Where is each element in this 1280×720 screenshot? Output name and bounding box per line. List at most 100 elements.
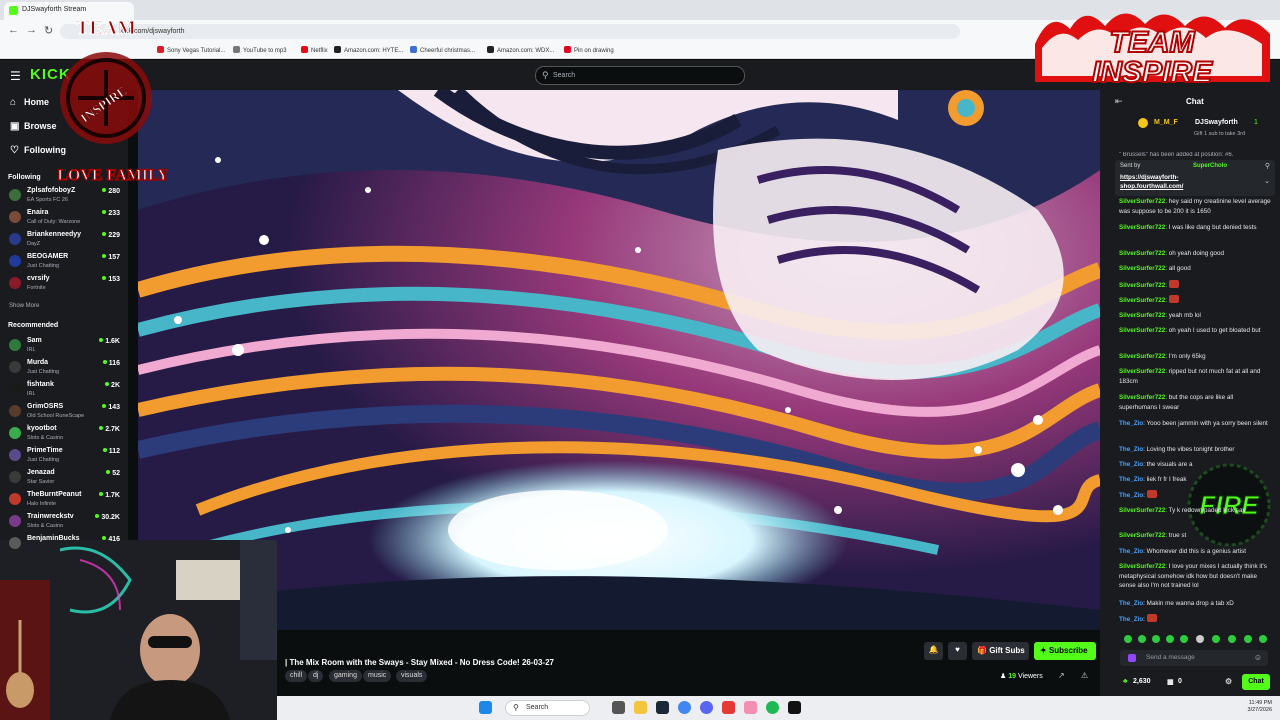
bookmark-favicon-icon (334, 46, 341, 53)
chat-username[interactable]: The_Zio (1119, 476, 1143, 483)
bookmark-favicon-icon (410, 46, 417, 53)
spotify-icon[interactable] (766, 701, 779, 714)
channel-item[interactable]: BEOGAMER Just Chatting 157 (9, 253, 124, 275)
chat-username[interactable]: SilverSurfer722 (1119, 532, 1165, 539)
chat-username[interactable]: SilverSurfer722 (1119, 327, 1165, 334)
chat-username[interactable]: The_Zio (1119, 461, 1143, 468)
bookmark-item[interactable]: Pin on drawing (564, 46, 614, 54)
chrome-icon[interactable] (678, 701, 691, 714)
bookmark-item[interactable]: Netflix (301, 46, 328, 54)
subscribe-button[interactable]: ✦ Subscribe (1034, 642, 1096, 660)
channel-item[interactable]: BenjaminBucks 416 (9, 535, 124, 557)
sub-leaderboard: M_M_F DJSwayforth 1 Gift 1 sub to take 3… (1112, 115, 1276, 147)
back-icon[interactable]: ← (8, 24, 19, 36)
channel-viewer-count: 157 (108, 254, 120, 261)
chat-username[interactable]: SilverSurfer722 (1119, 368, 1165, 375)
chat-username[interactable]: SilverSurfer722 (1119, 250, 1165, 257)
channel-item[interactable]: ZplsafofoboyZ EA Sports FC 26 280 (9, 187, 124, 209)
channel-item[interactable]: GrimOSRS Old School RuneScape 143 (9, 403, 124, 425)
bookmark-item[interactable]: YouTube to mp3 (233, 46, 287, 54)
channel-item[interactable]: Briankenneedyy DayZ 229 (9, 231, 124, 253)
chat-username[interactable]: SilverSurfer722 (1119, 265, 1165, 272)
chat-username[interactable]: SilverSurfer722 (1119, 394, 1165, 401)
stream-tag[interactable]: visuals (396, 670, 428, 682)
bookmark-item[interactable]: Cheerful christmas... (410, 46, 475, 54)
team-emblem: TEAM INSPIRE LOVE FAMILY (57, 8, 170, 188)
channel-avatar (9, 361, 21, 373)
chat-username[interactable]: The_Zio (1119, 616, 1143, 623)
notification-bell-button[interactable]: 🔔 (924, 642, 943, 660)
chat-username[interactable]: SilverSurfer722 (1119, 224, 1165, 231)
channel-avatar (9, 537, 21, 549)
bookmark-item[interactable]: Amazon.com: WDX... (487, 46, 554, 54)
chat-username[interactable]: The_Zio (1119, 492, 1143, 499)
discord-icon[interactable] (700, 701, 713, 714)
channel-item[interactable]: Trainwreckstv Slots & Casino 30.2K (9, 513, 124, 535)
clock-date: 3/27/2026 (1247, 707, 1272, 713)
steam-icon[interactable] (656, 701, 669, 714)
chat-username[interactable]: SilverSurfer722 (1119, 297, 1165, 304)
channel-avatar (9, 471, 21, 483)
chat-message: SilverSurfer722: hey said my creatinine … (1119, 197, 1271, 216)
bookmark-item[interactable]: Amazon.com: HYTE... (334, 46, 403, 54)
chat-username[interactable]: The_Zio (1119, 548, 1143, 555)
channel-item[interactable]: PrimeTime Just Chatting 112 (9, 447, 124, 469)
emoji-icon[interactable]: ☺ (1254, 653, 1262, 662)
channel-item[interactable]: Jenazad Star Savior 52 (9, 469, 124, 491)
bookmark-item[interactable]: Sony Vegas Tutorial... (157, 46, 225, 54)
pin-icon[interactable]: ⚲ (1265, 162, 1270, 170)
channel-item[interactable]: kyootbot Slots & Casino 2.7K (9, 425, 124, 447)
channel-item[interactable]: TheBurntPeanut Halo Infinite 1.7K (9, 491, 124, 513)
gift-subs-button[interactable]: 🎁 Gift Subs (972, 642, 1029, 660)
nav-home[interactable]: ⌂ Home (10, 97, 49, 108)
emote-row (1120, 632, 1270, 644)
windows-start-icon[interactable] (479, 701, 492, 714)
chat-username[interactable]: The_Zio (1119, 600, 1143, 607)
channel-item[interactable]: cvrsify Fortnite 153 (9, 275, 124, 297)
task-view-icon[interactable] (612, 701, 625, 714)
stream-tag[interactable]: music (363, 670, 392, 682)
chat-username[interactable]: The_Zio (1119, 420, 1143, 427)
taskbar-search[interactable]: ⚲ Search (505, 700, 590, 716)
nav-browse[interactable]: ▣ Browse (10, 121, 57, 132)
taskbar-clock[interactable]: 11:49 PM 3/27/2026 (1232, 700, 1272, 714)
channel-item[interactable]: fishtank IRL 2K (9, 381, 124, 403)
stream-tag[interactable]: gaming (329, 670, 362, 682)
forward-icon[interactable]: → (26, 24, 37, 36)
chat-message-input[interactable]: Send a message ☺ (1120, 650, 1268, 666)
settings-gear-icon[interactable]: ⚙ (1225, 677, 1232, 686)
obs-icon[interactable] (788, 701, 801, 714)
stream-tag[interactable]: chill (285, 670, 308, 682)
paint-icon[interactable] (744, 701, 757, 714)
chat-username[interactable]: SilverSurfer722 (1119, 507, 1165, 514)
file-explorer-icon[interactable] (634, 701, 647, 714)
chat-username[interactable]: SilverSurfer722 (1119, 312, 1165, 319)
collapse-chat-icon[interactable]: ⇤ (1115, 96, 1123, 107)
chat-username[interactable]: The_Zio (1119, 446, 1143, 453)
channel-item[interactable]: Enaira Call of Duty: Warzone 233 (9, 209, 124, 231)
channel-item[interactable]: Sam IRL 1.6K (9, 337, 124, 359)
chat-username[interactable]: SilverSurfer722 (1119, 198, 1165, 205)
stream-tag[interactable]: dj (308, 670, 324, 682)
hamburger-menu-icon[interactable]: ☰ (10, 69, 21, 83)
pinned-message[interactable]: Sent by SuperCholo https://djswayforth-s… (1115, 160, 1275, 196)
app-icon[interactable] (722, 701, 735, 714)
chat-username[interactable]: SilverSurfer722 (1119, 282, 1165, 289)
show-more-link[interactable]: Show More (9, 303, 39, 309)
chat-send-button[interactable]: Chat (1242, 674, 1270, 690)
channel-category: EA Sports FC 26 (27, 197, 68, 203)
chevron-down-icon[interactable]: ⌄ (1264, 177, 1270, 185)
reload-icon[interactable]: ↻ (44, 24, 53, 37)
video-player[interactable] (138, 90, 1100, 630)
channel-name: ZplsafofoboyZ (27, 187, 76, 194)
follow-heart-button[interactable]: ♥ (948, 642, 967, 660)
chat-text: oh yeah I used to get bloated but (1168, 327, 1261, 334)
channel-item[interactable]: Murda Just Chatting 116 (9, 359, 124, 381)
search-input[interactable]: ⚲ Search (535, 66, 745, 85)
chat-username[interactable]: SilverSurfer722 (1119, 353, 1165, 360)
pinned-link[interactable]: https://djswayforth-shop.fourthwall.com/ (1120, 173, 1240, 191)
share-icon[interactable]: ↗ (1058, 671, 1065, 680)
report-icon[interactable]: ⚠ (1081, 671, 1088, 680)
url-field[interactable]: kick.com/djswayforth (60, 24, 960, 39)
chat-username[interactable]: SilverSurfer722 (1119, 563, 1165, 570)
